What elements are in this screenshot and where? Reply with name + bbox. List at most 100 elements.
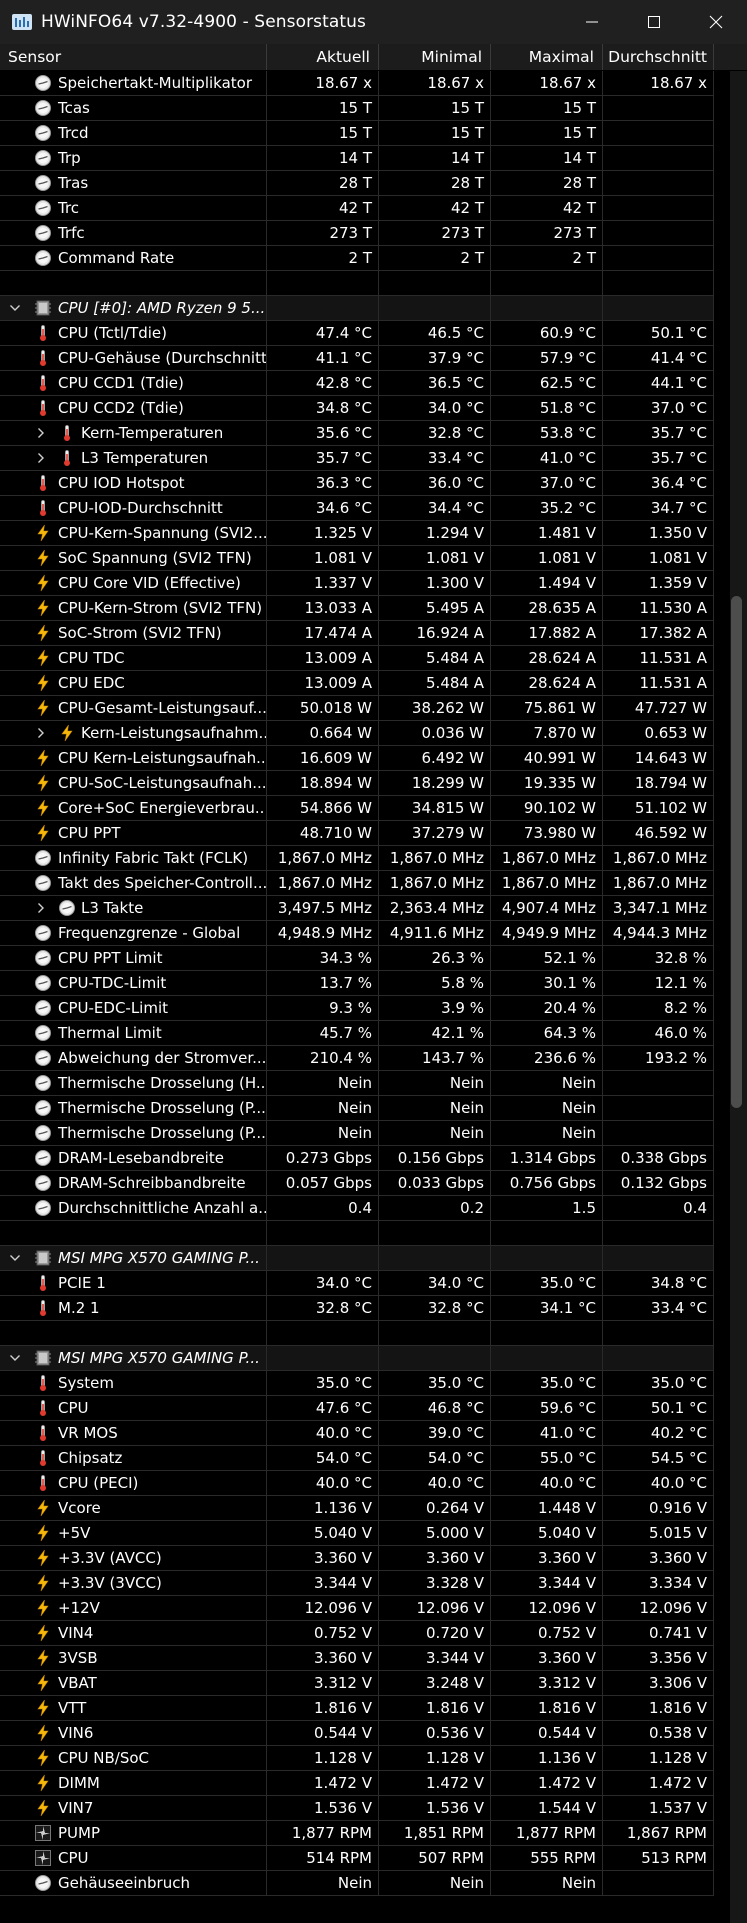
sensor-row[interactable]: CPU TDC 13.009 A 5.484 A 28.624 A 11.531 A <box>0 646 714 671</box>
sensor-row[interactable]: +12V 12.096 V 12.096 V 12.096 V 12.096 V <box>0 1596 714 1621</box>
minimum-value: 32.8 °C <box>379 421 491 445</box>
sensor-group-row[interactable]: MSI MPG X570 GAMING P... <box>0 1346 714 1371</box>
scrollbar-thumb[interactable] <box>731 596 742 1108</box>
sensor-name-cell: 3VSB <box>0 1646 267 1670</box>
sensor-row[interactable]: SoC Spannung (SVI2 TFN) 1.081 V 1.081 V 1.0… <box>0 546 714 571</box>
sensor-label: CPU Core VID (Effective) <box>58 574 241 592</box>
sensor-row[interactable]: Durchschnittliche Anzahl a... 0.4 0.2 1.5 0.… <box>0 1196 714 1221</box>
column-header-maximum[interactable]: Maximal <box>491 44 603 70</box>
sensor-row[interactable]: +5V 5.040 V 5.000 V 5.040 V 5.015 V <box>0 1521 714 1546</box>
average-value: 0.741 V <box>603 1621 714 1645</box>
current-value: 12.096 V <box>267 1596 379 1620</box>
sensor-row[interactable]: DRAM-Schreibbandbreite 0.057 Gbps 0.033 Gb… <box>0 1171 714 1196</box>
sensor-row[interactable]: SoC-Strom (SVI2 TFN) 17.474 A 16.924 A 17.8… <box>0 621 714 646</box>
sensor-name-cell: +5V <box>0 1521 267 1545</box>
sensor-row[interactable]: L3 Temperaturen 35.7 °C 33.4 °C 41.0 °C 35.7… <box>0 446 714 471</box>
sensor-row[interactable]: Thermal Limit 45.7 % 42.1 % 64.3 % 46.0 % <box>0 1021 714 1046</box>
sensor-row[interactable]: Tras 28 T 28 T 28 T <box>0 171 714 196</box>
expand-chevron-icon[interactable] <box>34 901 48 915</box>
sensor-row[interactable]: Abweichung der Stromver... 210.4 % 143.7 %… <box>0 1046 714 1071</box>
sensor-row[interactable]: Trp 14 T 14 T 14 T <box>0 146 714 171</box>
current-value: 48.710 W <box>267 821 379 845</box>
collapse-chevron-icon[interactable] <box>8 1251 22 1265</box>
sensor-group-row[interactable]: MSI MPG X570 GAMING P... <box>0 1246 714 1271</box>
sensor-row[interactable]: CPU-EDC-Limit 9.3 % 3.9 % 20.4 % 8.2 % <box>0 996 714 1021</box>
maximum-value: 0.544 V <box>491 1721 603 1745</box>
sensor-row[interactable]: Thermische Drosselung (P... Nein Nein Nein <box>0 1096 714 1121</box>
sensor-row[interactable]: Kern-Temperaturen 35.6 °C 32.8 °C 53.8 °C 35… <box>0 421 714 446</box>
average-value: 3.334 V <box>603 1571 714 1595</box>
sensor-row[interactable]: CPU-Gehäuse (Durchschnitt) 41.1 °C 37.9 °C… <box>0 346 714 371</box>
sensor-row[interactable]: CPU-Gesamt-Leistungsauf... 50.018 W 38.262… <box>0 696 714 721</box>
sensor-row[interactable]: CPU CCD1 (Tdie) 42.8 °C 36.5 °C 62.5 °C 44.1… <box>0 371 714 396</box>
sensor-row[interactable]: Trfc 273 T 273 T 273 T <box>0 221 714 246</box>
sensor-row[interactable]: CPU-TDC-Limit 13.7 % 5.8 % 30.1 % 12.1 % <box>0 971 714 996</box>
sensor-row[interactable]: CPU NB/SoC 1.128 V 1.128 V 1.136 V 1.128 V <box>0 1746 714 1771</box>
sensor-row[interactable]: Takt des Speicher-Controll... 1,867.0 MHz… <box>0 871 714 896</box>
sensor-row[interactable]: CPU-IOD-Durchschnitt 34.6 °C 34.4 °C 35.2 °… <box>0 496 714 521</box>
sensor-row[interactable]: +3.3V (AVCC) 3.360 V 3.360 V 3.360 V 3.360 V <box>0 1546 714 1571</box>
sensor-row[interactable]: Speichertakt-Multiplikator 18.67 x 18.67 x… <box>0 71 714 96</box>
sensor-row[interactable]: CPU EDC 13.009 A 5.484 A 28.624 A 11.531 A <box>0 671 714 696</box>
sensor-row[interactable]: CPU PPT 48.710 W 37.279 W 73.980 W 46.592 W <box>0 821 714 846</box>
sensor-row[interactable]: DRAM-Lesebandbreite 0.273 Gbps 0.156 Gbps 1… <box>0 1146 714 1171</box>
sensor-row[interactable]: Tcas 15 T 15 T 15 T <box>0 96 714 121</box>
sensor-row[interactable]: Trc 42 T 42 T 42 T <box>0 196 714 221</box>
sensor-row[interactable]: +3.3V (3VCC) 3.344 V 3.328 V 3.344 V 3.334 V <box>0 1571 714 1596</box>
sensor-group-row[interactable]: CPU [#0]: AMD Ryzen 9 5... <box>0 296 714 321</box>
sensor-row[interactable]: CPU Kern-Leistungsaufnah... 16.609 W 6.492… <box>0 746 714 771</box>
sensor-row[interactable]: VIN4 0.752 V 0.720 V 0.752 V 0.741 V <box>0 1621 714 1646</box>
sensor-row[interactable]: CPU CCD2 (Tdie) 34.8 °C 34.0 °C 51.8 °C 37.0… <box>0 396 714 421</box>
sensor-row[interactable]: Thermische Drosselung (H... Nein Nein Nein <box>0 1071 714 1096</box>
collapse-chevron-icon[interactable] <box>8 1351 22 1365</box>
sensor-row[interactable]: DIMM 1.472 V 1.472 V 1.472 V 1.472 V <box>0 1771 714 1796</box>
current-value <box>267 271 379 295</box>
sensor-row[interactable]: Command Rate 2 T2 T2 T <box>0 246 714 271</box>
sensor-row[interactable]: L3 Takte 3,497.5 MHz 2,363.4 MHz 4,907.4 MH… <box>0 896 714 921</box>
sensor-row[interactable]: PCIE 1 34.0 °C 34.0 °C 35.0 °C 34.8 °C <box>0 1271 714 1296</box>
sensor-row[interactable]: Frequenzgrenze - Global 4,948.9 MHz 4,911.… <box>0 921 714 946</box>
sensor-row[interactable]: Chipsatz 54.0 °C 54.0 °C 55.0 °C 54.5 °C <box>0 1446 714 1471</box>
collapse-chevron-icon[interactable] <box>8 301 22 315</box>
minimize-button[interactable] <box>561 0 623 44</box>
sensor-row[interactable]: Thermische Drosselung (P... Nein Nein Nein <box>0 1121 714 1146</box>
expand-chevron-icon[interactable] <box>34 451 48 465</box>
sensor-row[interactable]: CPU 47.6 °C 46.8 °C 59.6 °C 50.1 °C <box>0 1396 714 1421</box>
average-value: 0.4 <box>603 1196 714 1220</box>
sensor-row[interactable]: CPU (PECI) 40.0 °C 40.0 °C 40.0 °C 40.0 °C <box>0 1471 714 1496</box>
sensor-row[interactable]: CPU-Kern-Strom (SVI2 TFN) 13.033 A 5.495 A… <box>0 596 714 621</box>
expand-chevron-icon[interactable] <box>34 426 48 440</box>
sensor-row[interactable]: VR MOS 40.0 °C 39.0 °C 41.0 °C 40.2 °C <box>0 1421 714 1446</box>
sensor-row[interactable]: CPU PPT Limit 34.3 % 26.3 % 52.1 % 32.8 % <box>0 946 714 971</box>
sensor-row[interactable]: Kern-Leistungsaufnahm... 0.664 W 0.036 W 7.… <box>0 721 714 746</box>
sensor-row[interactable]: 3VSB 3.360 V 3.344 V 3.360 V 3.356 V <box>0 1646 714 1671</box>
column-header-average[interactable]: Durchschnitt <box>603 44 714 70</box>
sensor-row[interactable]: VIN7 1.536 V 1.536 V 1.544 V 1.537 V <box>0 1796 714 1821</box>
column-header-minimum[interactable]: Minimal <box>379 44 491 70</box>
expand-chevron-icon[interactable] <box>34 726 48 740</box>
sensor-row[interactable]: System 35.0 °C 35.0 °C 35.0 °C 35.0 °C <box>0 1371 714 1396</box>
sensor-row[interactable]: M.2 1 32.8 °C 32.8 °C 34.1 °C 33.4 °C <box>0 1296 714 1321</box>
sensor-row[interactable]: Infinity Fabric Takt (FCLK) 1,867.0 MHz 1,… <box>0 846 714 871</box>
sensor-row[interactable]: VIN6 0.544 V 0.536 V 0.544 V 0.538 V <box>0 1721 714 1746</box>
sensor-row[interactable]: CPU-SoC-Leistungsaufnah... 18.894 W 18.299… <box>0 771 714 796</box>
column-header-current[interactable]: Aktuell <box>267 44 379 70</box>
sensor-row[interactable]: CPU IOD Hotspot 36.3 °C 36.0 °C 37.0 °C 36.4… <box>0 471 714 496</box>
sensor-row[interactable]: CPU (Tctl/Tdie) 47.4 °C 46.5 °C 60.9 °C 50.1… <box>0 321 714 346</box>
average-value: 35.0 °C <box>603 1371 714 1395</box>
column-header-sensor[interactable]: Sensor <box>0 44 267 70</box>
sensor-row[interactable]: CPU Core VID (Effective) 1.337 V 1.300 V 1.… <box>0 571 714 596</box>
close-button[interactable] <box>685 0 747 44</box>
sensor-row[interactable]: VTT 1.816 V 1.816 V 1.816 V 1.816 V <box>0 1696 714 1721</box>
current-value: 35.7 °C <box>267 446 379 470</box>
sensor-row[interactable]: CPU-Kern-Spannung (SVI2... 1.325 V 1.294 V… <box>0 521 714 546</box>
sensor-row[interactable]: VBAT 3.312 V 3.248 V 3.312 V 3.306 V <box>0 1671 714 1696</box>
maximize-button[interactable] <box>623 0 685 44</box>
sensor-row[interactable]: CPU 514 RPM 507 RPM 555 RPM 513 RPM <box>0 1846 714 1871</box>
sensor-row[interactable]: Core+SoC Energieverbrau... 54.866 W 34.815… <box>0 796 714 821</box>
average-value: 1,867 RPM <box>603 1821 714 1845</box>
sensor-row[interactable]: Gehäuseeinbruch Nein Nein Nein <box>0 1871 714 1896</box>
sensor-row[interactable]: Vcore 1.136 V 0.264 V 1.448 V 0.916 V <box>0 1496 714 1521</box>
sensor-row[interactable]: PUMP 1,877 RPM 1,851 RPM 1,877 RPM 1,867 RPM <box>0 1821 714 1846</box>
sensor-row[interactable]: Trcd 15 T 15 T 15 T <box>0 121 714 146</box>
